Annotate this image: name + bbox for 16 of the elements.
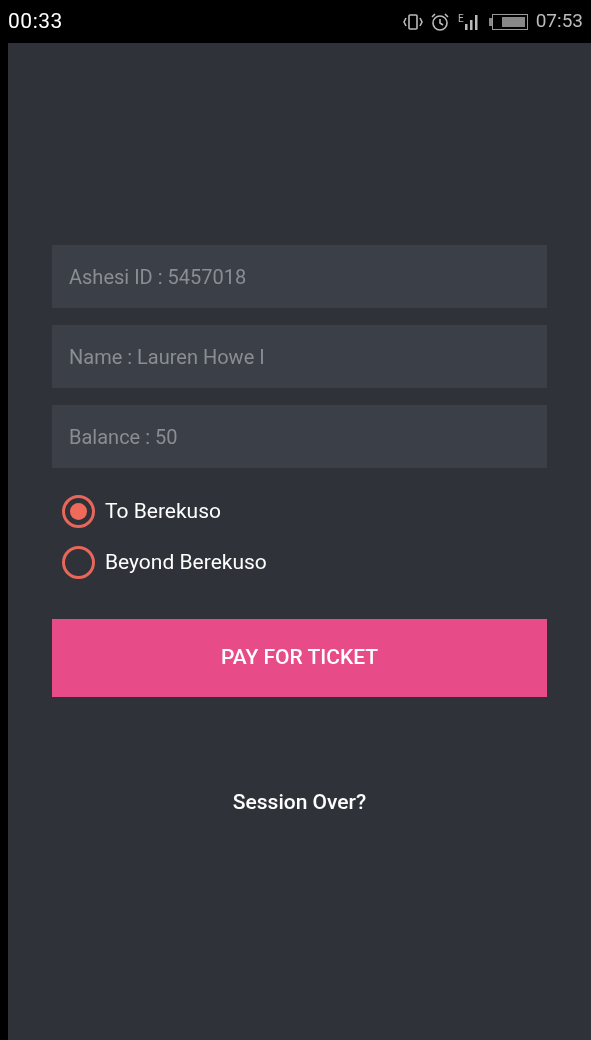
alarm-icon (430, 11, 450, 32)
status-time: 07:53 (535, 8, 583, 35)
radio-button[interactable] (62, 546, 95, 579)
battery-icon (488, 13, 528, 30)
signal-icon (464, 13, 479, 30)
session-over-link[interactable]: Session Over? (232, 787, 367, 819)
radio-button[interactable] (62, 495, 95, 528)
input-field[interactable]: Name : Lauren Howe I (52, 325, 547, 388)
vibrate-icon (402, 11, 424, 32)
clock: 00:33 (8, 7, 63, 35)
input-field[interactable]: Balance : 50 (52, 405, 547, 468)
radio-label: Beyond Berekuso (105, 548, 267, 576)
input-field[interactable]: Ashesi ID : 5457018 (52, 245, 547, 308)
pay-button[interactable]: PAY FOR TICKET (52, 619, 547, 697)
network-type: E (458, 13, 464, 24)
radio-label: To Berekuso (105, 497, 221, 525)
